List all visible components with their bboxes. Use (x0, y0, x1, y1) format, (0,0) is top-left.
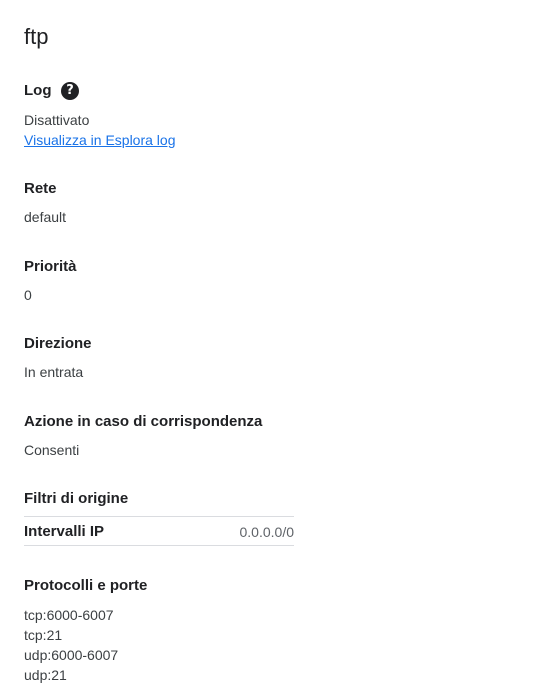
source-filters-table: Intervalli IP 0.0.0.0/0 (24, 516, 294, 546)
direction-label: Direzione (24, 335, 92, 352)
page-title: ftp (24, 24, 49, 49)
protocol-item: tcp:6000-6007 (24, 607, 114, 623)
protocol-item: tcp:21 (24, 627, 63, 643)
log-label: Log (24, 82, 52, 99)
network-value: default (24, 209, 67, 225)
priority-value: 0 (24, 287, 32, 303)
filter-key-ip-ranges: Intervalli IP (24, 523, 105, 540)
source-filters-label: Filtri di origine (24, 490, 129, 507)
view-in-logs-explorer-link[interactable]: Visualizza in Esplora log (24, 130, 176, 150)
network-label: Rete (24, 180, 57, 197)
protocol-item: udp:6000-6007 (24, 647, 119, 663)
action-label: Azione in caso di corrispondenza (24, 413, 263, 430)
filter-value-ip-ranges: 0.0.0.0/0 (239, 524, 295, 540)
protocol-item: udp:21 (24, 667, 67, 683)
action-value: Consenti (24, 442, 80, 458)
direction-value: In entrata (24, 364, 84, 380)
priority-label: Priorità (24, 258, 77, 275)
log-status: Disattivato (24, 112, 90, 128)
help-icon[interactable]: ? (61, 82, 79, 100)
protocols-ports-label: Protocolli e porte (24, 577, 148, 594)
